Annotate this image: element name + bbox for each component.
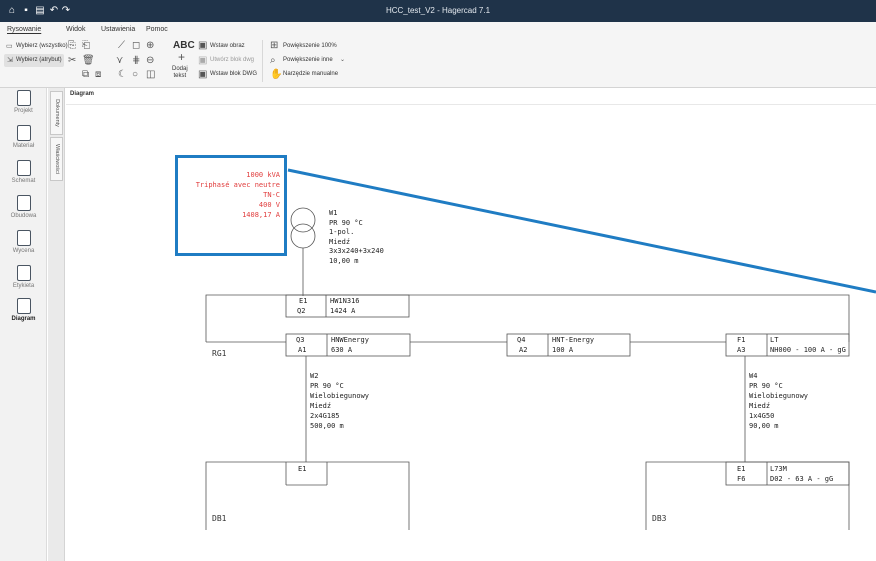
- source-system: Triphasé avec neutre: [195, 181, 280, 189]
- cable-text: Wielobiegunowy: [749, 392, 809, 400]
- db3-ref1: E1: [737, 465, 746, 473]
- cable-text: W1: [329, 209, 338, 217]
- db1-ref1: E1: [298, 465, 307, 473]
- cable-text: PR 90 °C: [310, 382, 344, 390]
- source-earthing: TN-C: [263, 191, 280, 199]
- source-voltage: 400 V: [258, 201, 280, 209]
- f1-ref2: A3: [737, 346, 746, 354]
- main-breaker-ref1: E1: [299, 297, 308, 305]
- q3-rating: 630 A: [331, 346, 353, 354]
- db1-box: [205, 461, 410, 530]
- f1-rating: NH000 - 100 A - gG: [770, 346, 846, 354]
- cable-text: W2: [310, 372, 319, 380]
- q4-ref2: A2: [519, 346, 528, 354]
- q4-rating: 100 A: [552, 346, 574, 354]
- cable-text: 2x4G185: [310, 412, 340, 420]
- cable-w4-info: W4 PR 90 °C Wielobiegunowy Miedź 1x4G50 …: [749, 371, 808, 431]
- db3-type: L73M: [770, 465, 787, 473]
- q3-type: HNWEnergy: [331, 336, 369, 344]
- f1-type: LT: [770, 336, 779, 344]
- cable-text: W4: [749, 372, 758, 380]
- cable-text: 3x3x240+3x240: [329, 247, 384, 255]
- cable-text: Miedź: [749, 402, 771, 410]
- main-breaker-ref2: Q2: [297, 307, 306, 315]
- q3-ref1: Q3: [296, 336, 305, 344]
- source-parameters: 1000 kVA Triphasé avec neutre TN-C 400 V…: [170, 170, 280, 220]
- transformer-winding-secondary: [290, 223, 316, 249]
- board-label-db1: DB1: [212, 514, 227, 523]
- source-current: 1408,17 A: [242, 211, 280, 219]
- cable-text: 1-pol.: [329, 228, 355, 236]
- f1-ref1: F1: [737, 336, 746, 344]
- cable-text: 500,00 m: [310, 422, 344, 430]
- main-breaker-rating: 1424 A: [330, 307, 356, 315]
- main-breaker-type: HW1N316: [330, 297, 360, 305]
- db3-ref2: F6: [737, 475, 746, 483]
- q4-type: HNT-Energy: [552, 336, 595, 344]
- source-power: 1000 kVA: [246, 171, 280, 179]
- cable-text: 10,00 m: [329, 256, 359, 265]
- db3-rating: D02 - 63 A - gG: [770, 475, 834, 483]
- cable-text: 1x4G50: [749, 412, 775, 420]
- board-label-db3: DB3: [652, 514, 667, 523]
- transformer-winding-primary: [290, 207, 316, 233]
- cable-text: 90,00 m: [749, 422, 779, 430]
- cable-text: Miedź: [310, 402, 332, 410]
- cable-text: Miedź: [329, 237, 351, 246]
- cable-w1-info: W1 PR 90 °C 1-pol. Miedź 3x3x240+3x240 1…: [329, 209, 384, 266]
- cable-text: PR 90 °C: [749, 382, 783, 390]
- cable-text: Wielobiegunowy: [310, 392, 370, 400]
- busbar-label-rg1: RG1: [212, 349, 227, 358]
- db3-box: [645, 461, 850, 530]
- cable-w2-info: W2 PR 90 °C Wielobiegunowy Miedź 2x4G185…: [310, 371, 369, 431]
- q4-ref1: Q4: [517, 336, 526, 344]
- cable-text: PR 90 °C: [329, 218, 363, 227]
- q3-ref2: A1: [298, 346, 307, 354]
